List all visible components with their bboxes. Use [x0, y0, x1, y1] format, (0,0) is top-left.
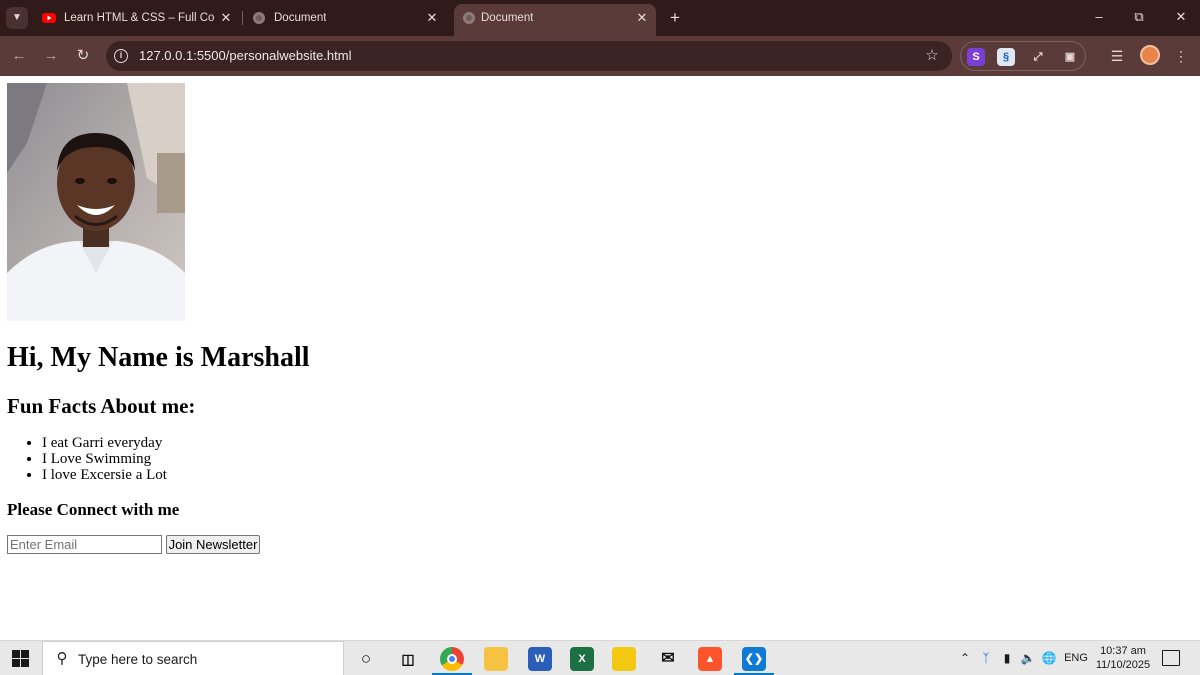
chrome-icon[interactable] — [440, 647, 464, 671]
profile-photo — [7, 83, 185, 321]
browser-menu-icon[interactable]: ⋮ — [1170, 45, 1192, 67]
extensions-group: S § ⤢ ▣ — [960, 41, 1086, 71]
show-hidden-icons[interactable]: ⌃ — [956, 641, 974, 675]
extension-screenshot-icon[interactable]: ⤢ — [1029, 48, 1047, 66]
power-bi-icon[interactable] — [612, 647, 636, 671]
globe-icon — [253, 12, 265, 24]
battery-icon[interactable]: ▮ — [998, 641, 1016, 675]
cortana-icon[interactable]: ○ — [354, 647, 378, 671]
fun-facts-list: I eat Garri everyday I Love Swimming I l… — [42, 435, 167, 483]
bluetooth-icon[interactable]: ᛉ — [978, 641, 994, 675]
minimize-icon[interactable]: – — [1088, 6, 1110, 28]
bookmark-star-icon[interactable]: ☆ — [922, 46, 942, 66]
youtube-icon — [42, 13, 56, 23]
media-controls-icon[interactable]: ☰ — [1106, 45, 1128, 67]
system-clock[interactable]: 10:37 am 11/10/2025 — [1094, 644, 1152, 672]
back-icon[interactable]: ← — [8, 45, 30, 67]
windows-taskbar: ⚲ Type here to search ○ ◫ W X ✉ ▲ ❮❯ ⌃ ᛉ… — [0, 640, 1200, 675]
tab-separator — [242, 11, 243, 25]
windows-start-icon[interactable] — [12, 650, 29, 667]
network-globe-icon[interactable]: 🌐 — [1040, 641, 1058, 675]
clock-date: 11/10/2025 — [1095, 659, 1151, 671]
clock-time: 10:37 am — [1100, 645, 1146, 657]
globe-icon — [463, 12, 475, 24]
tab-title: Document — [481, 12, 534, 24]
restore-icon[interactable]: ⧉ — [1128, 6, 1150, 28]
close-tab-icon[interactable]: ✕ — [634, 4, 650, 32]
url-text: 127.0.0.1:5500/personalwebsite.html — [139, 48, 352, 63]
web-page: Hi, My Name is Marshall Fun Facts About … — [0, 76, 1200, 640]
site-info-icon[interactable]: i — [114, 49, 128, 63]
page-title: Hi, My Name is Marshall — [7, 342, 310, 373]
task-view-icon[interactable]: ◫ — [396, 647, 420, 671]
brave-icon[interactable]: ▲ — [698, 647, 722, 671]
close-window-icon[interactable]: ✕ — [1170, 6, 1192, 28]
fun-facts-heading: Fun Facts About me: — [7, 394, 196, 418]
vscode-icon[interactable]: ❮❯ — [742, 647, 766, 671]
tab-title: Document — [274, 12, 327, 24]
tab-document-active[interactable]: Document ✕ — [454, 4, 656, 36]
list-item: I eat Garri everyday — [42, 435, 167, 451]
tab-document-1[interactable]: Document ✕ — [252, 4, 442, 32]
join-newsletter-button[interactable]: Join Newsletter — [166, 535, 260, 554]
word-icon[interactable]: W — [528, 647, 552, 671]
notification-center-icon[interactable] — [1162, 650, 1180, 666]
search-icon: ⚲ — [56, 650, 68, 667]
email-field[interactable] — [7, 535, 162, 554]
mail-icon[interactable]: ✉ — [656, 647, 680, 671]
browser-toolbar: ← → ↻ i 127.0.0.1:5500/personalwebsite.h… — [0, 36, 1200, 76]
tab-title: Learn HTML & CSS – Full Cours — [64, 12, 214, 24]
address-bar[interactable]: i 127.0.0.1:5500/personalwebsite.html ☆ — [106, 41, 952, 71]
forward-icon[interactable]: → — [40, 45, 62, 67]
new-tab-button[interactable]: + — [666, 7, 684, 29]
tab-search-button[interactable]: ▼ — [6, 7, 28, 29]
list-item: I Love Swimming — [42, 451, 167, 467]
taskbar-search-box[interactable]: ⚲ Type here to search — [42, 641, 344, 675]
list-item: I love Excersie a Lot — [42, 467, 167, 483]
tab-youtube[interactable]: Learn HTML & CSS – Full Cours ✕ — [42, 4, 238, 32]
browser-tab-strip: ▼ Learn HTML & CSS – Full Cours ✕ Docume… — [0, 0, 1200, 36]
search-placeholder: Type here to search — [78, 652, 198, 667]
extension-s-icon[interactable]: S — [967, 48, 985, 66]
connect-heading: Please Connect with me — [7, 500, 180, 519]
close-tab-icon[interactable]: ✕ — [218, 4, 234, 32]
reload-icon[interactable]: ↻ — [72, 45, 94, 67]
language-indicator[interactable]: ENG — [1062, 641, 1090, 675]
profile-avatar[interactable] — [1140, 45, 1160, 65]
excel-icon[interactable]: X — [570, 647, 594, 671]
close-tab-icon[interactable]: ✕ — [424, 4, 440, 32]
extension-shield-icon[interactable]: § — [997, 48, 1015, 66]
volume-icon[interactable]: 🔈 — [1018, 641, 1038, 675]
extensions-puzzle-icon[interactable]: ▣ — [1061, 48, 1079, 66]
file-explorer-icon[interactable] — [484, 647, 508, 671]
